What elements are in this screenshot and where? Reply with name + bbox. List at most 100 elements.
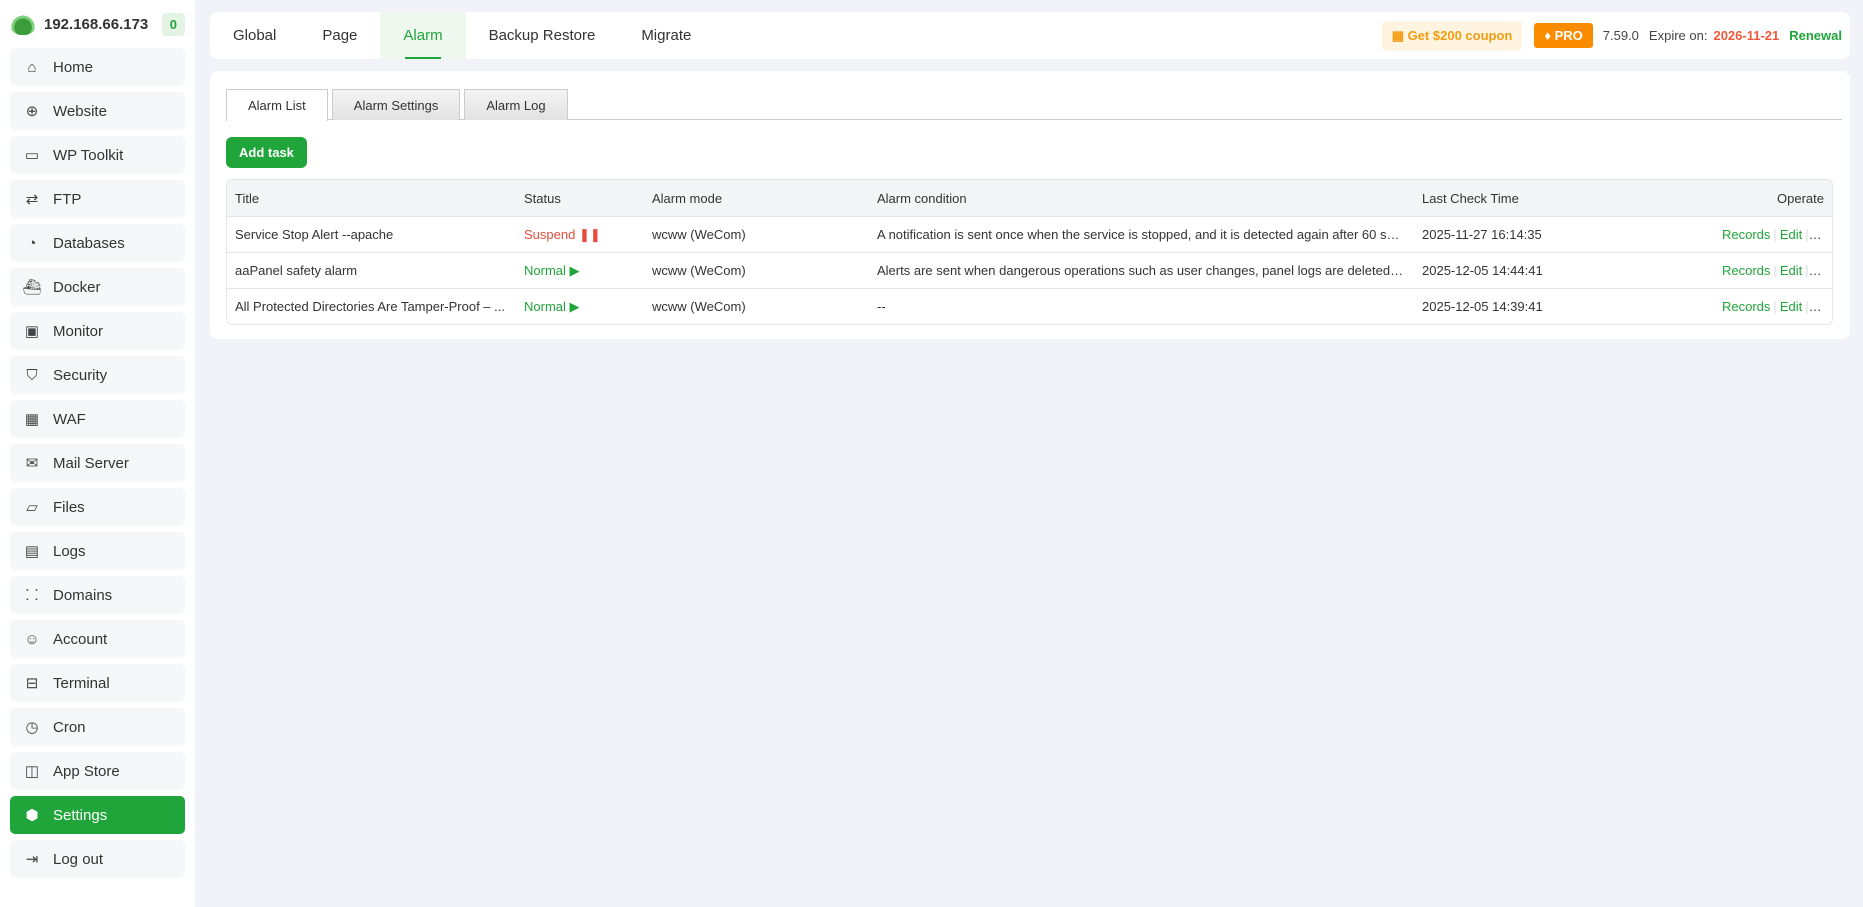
sidebar-item-ftp[interactable]: ⇄ FTP (10, 180, 185, 218)
sidebar-item-mail-server[interactable]: ✉ Mail Server (10, 444, 185, 482)
status-label: Normal (524, 262, 566, 278)
renewal-link[interactable]: Renewal (1789, 28, 1842, 43)
tab-migrate[interactable]: Migrate (618, 12, 714, 59)
alarm-mode: wcww (WeCom) (652, 263, 746, 278)
pro-badge[interactable]: ♦ PRO (1534, 23, 1593, 48)
alarm-condition: -- (877, 299, 886, 314)
app-store-icon: ◫ (24, 763, 40, 780)
subtab-alarm-settings[interactable]: Alarm Settings (331, 89, 461, 120)
alarm-table: Title Status Alarm mode Alarm condition Last… (226, 179, 1833, 325)
table-row: All Protected Directories Are Tamper-Pro… (227, 288, 1832, 324)
edit-link[interactable]: Edit (1780, 227, 1802, 242)
add-task-button[interactable]: Add task (226, 137, 307, 168)
sidebar-item-home[interactable]: ⌂ Home (10, 48, 185, 86)
diamond-icon: ♦ (1544, 28, 1555, 43)
sidebar-item-website[interactable]: ⊕ Website (10, 92, 185, 130)
edit-link[interactable]: Edit (1780, 299, 1802, 314)
column-header: Operate (1777, 190, 1824, 206)
sidebar-item-domains[interactable]: ⸬ Domains (10, 576, 185, 614)
sidebar-item-waf[interactable]: ▦ WAF (10, 400, 185, 438)
coupon-label: Get $200 coupon (1407, 27, 1513, 43)
alarm-subtabs: Alarm List Alarm Settings Alarm Log (226, 89, 1842, 121)
terminal-icon: ⊟ (25, 675, 39, 692)
sidebar-item-logs[interactable]: ▤ Logs (10, 532, 185, 570)
monitor-icon: ▣ (24, 323, 40, 340)
sidebar-item-label: Settings (53, 806, 108, 824)
sidebar-item-label: Home (53, 58, 94, 76)
domains-icon: ⸬ (25, 587, 39, 604)
operate-actions: Records|Edit|Delete (1714, 227, 1832, 242)
sidebar-item-docker[interactable]: ⛴ Docker (10, 268, 185, 306)
sidebar-item-label: Security (53, 366, 108, 384)
sidebar: 192.168.66.173 0 ⌂ Home ⊕ Website ▭ WP Toolki… (0, 0, 195, 907)
top-bar: Global Page Alarm Backup Restore Migrate ▦ G… (210, 12, 1850, 59)
edit-link[interactable]: Edit (1780, 263, 1802, 278)
sidebar-item-databases[interactable]: ◔ Databases (10, 224, 185, 262)
sidebar-item-account[interactable]: ☺ Account (10, 620, 185, 658)
sidebar-item-label: Account (53, 630, 108, 648)
sidebar-item-security[interactable]: ⛉ Security (10, 356, 185, 394)
sidebar-item-files[interactable]: ▱ Files (10, 488, 185, 526)
records-link[interactable]: Records (1722, 299, 1770, 314)
notification-badge[interactable]: 0 (161, 12, 185, 36)
last-check-time: 2025-12-05 14:39:41 (1422, 299, 1543, 314)
subtab-alarm-log[interactable]: Alarm Log (464, 89, 568, 120)
sidebar-item-label: Domains (53, 586, 113, 604)
column-header: Title (235, 190, 260, 206)
status-toggle[interactable]: Suspend ❚❚ (516, 227, 644, 243)
brand: 192.168.66.173 0 (0, 0, 195, 48)
alarm-mode: wcww (WeCom) (652, 299, 746, 314)
sidebar-item-log-out[interactable]: ⇥ Log out (10, 840, 185, 878)
play-icon: ▶ (569, 262, 580, 278)
status-toggle[interactable]: Normal ▶ (516, 263, 644, 279)
sidebar-item-label: Website (53, 102, 107, 120)
tab-page[interactable]: Page (299, 12, 380, 59)
last-check-time: 2025-12-05 14:44:41 (1422, 263, 1543, 278)
log-out-icon: ⇥ (25, 851, 39, 868)
alarm-card: Alarm List Alarm Settings Alarm Log Add ta… (210, 71, 1850, 339)
server-ip: 192.168.66.173 (44, 15, 149, 33)
records-link[interactable]: Records (1722, 263, 1770, 278)
settings-icon: ⬢ (25, 807, 39, 824)
separator: | (1805, 227, 1809, 242)
ftp-icon: ⇄ (25, 191, 39, 208)
sidebar-item-wp-toolkit[interactable]: ▭ WP Toolkit (10, 136, 185, 174)
operate-actions: Records|Edit|Delete (1714, 263, 1832, 278)
sidebar-item-settings[interactable]: ⬢ Settings (10, 796, 185, 834)
alarm-mode: wcww (WeCom) (652, 227, 746, 242)
sidebar-item-label: Files (53, 498, 85, 516)
coupon-button[interactable]: ▦ Get $200 coupon (1381, 20, 1523, 51)
cron-icon: ◷ (25, 719, 39, 736)
separator: | (1773, 299, 1777, 314)
subtab-alarm-list[interactable]: Alarm List (226, 89, 328, 121)
sidebar-item-label: Terminal (53, 674, 110, 692)
sidebar-nav: ⌂ Home ⊕ Website ▭ WP Toolkit ⇄ FTP ◔ Databases ⛴ D… (0, 48, 195, 878)
table-header: Title Status Alarm mode Alarm condition Last… (227, 180, 1832, 216)
sidebar-item-label: Docker (53, 278, 101, 296)
alarm-condition: Alerts are sent when dangerous operation… (877, 263, 1414, 278)
tab-alarm[interactable]: Alarm (380, 12, 466, 59)
records-link[interactable]: Records (1722, 227, 1770, 242)
tab-global[interactable]: Global (210, 12, 299, 59)
coupon-icon: ▦ (1391, 27, 1408, 43)
separator: | (1773, 227, 1777, 242)
logs-icon: ▤ (24, 543, 40, 560)
sidebar-item-monitor[interactable]: ▣ Monitor (10, 312, 185, 350)
docker-icon: ⛴ (22, 279, 42, 296)
sidebar-item-label: WAF (53, 410, 86, 428)
table-row: Service Stop Alert --apache Suspend ❚❚ wcw… (227, 216, 1832, 252)
databases-icon: ◔ (27, 234, 37, 252)
sidebar-item-terminal[interactable]: ⊟ Terminal (10, 664, 185, 702)
column-header: Status (524, 190, 561, 206)
tab-backup-restore[interactable]: Backup Restore (466, 12, 619, 59)
sidebar-item-app-store[interactable]: ◫ App Store (10, 752, 185, 790)
status-toggle[interactable]: Normal ▶ (516, 299, 644, 315)
last-check-time: 2025-11-27 16:14:35 (1422, 227, 1542, 242)
status-label: Suspend (524, 226, 576, 242)
alarm-title: Service Stop Alert --apache (235, 227, 394, 242)
column-header: Alarm mode (652, 190, 723, 206)
separator: | (1805, 299, 1809, 314)
version: 7.59.0 (1602, 28, 1639, 43)
sidebar-item-cron[interactable]: ◷ Cron (10, 708, 185, 746)
security-icon: ⛉ (26, 366, 38, 384)
